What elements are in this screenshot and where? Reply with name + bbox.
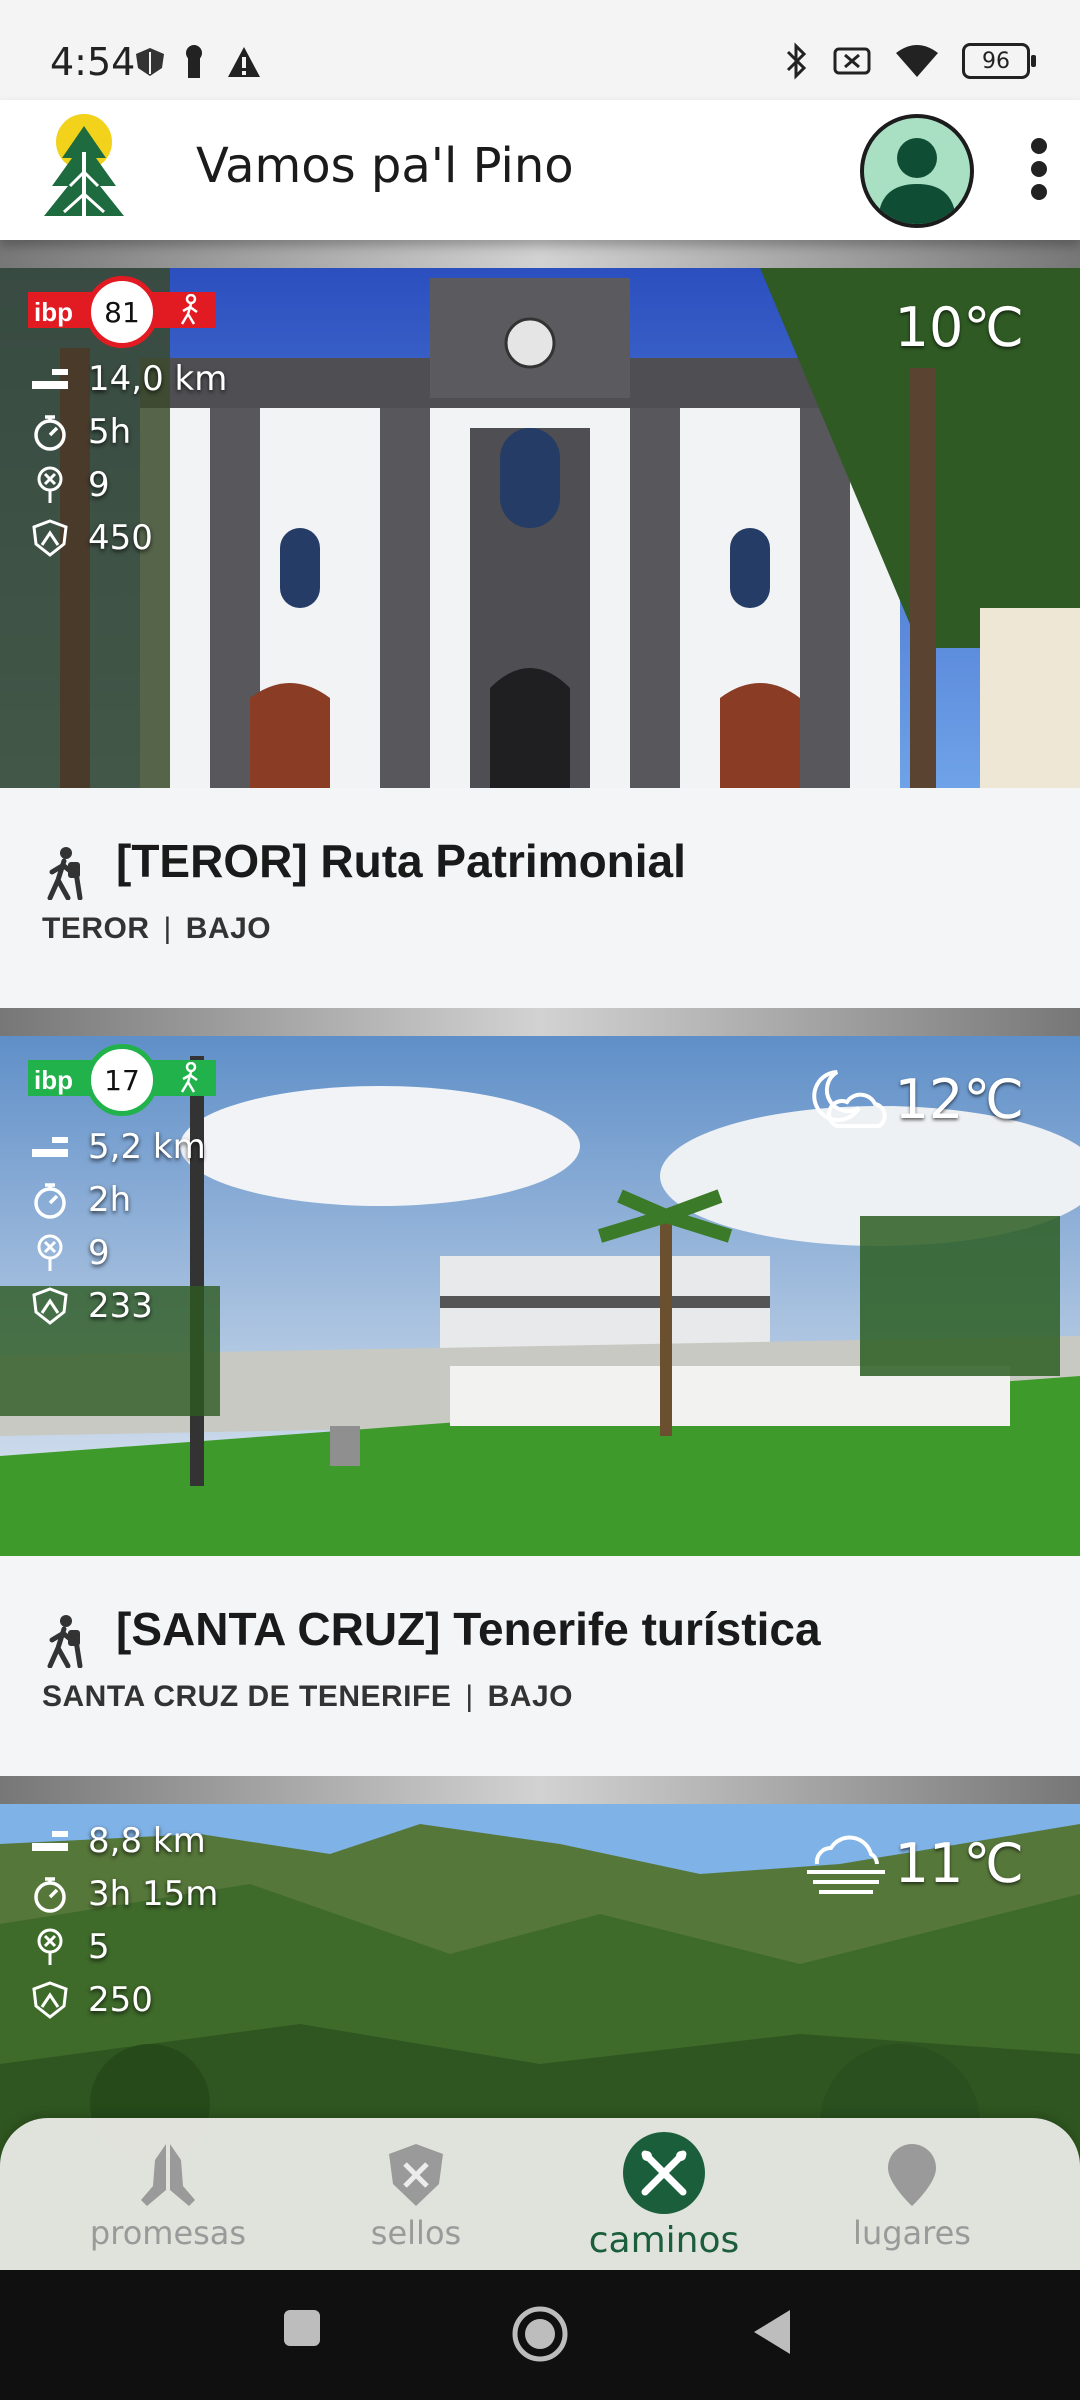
route-points: 9 bbox=[88, 1232, 110, 1273]
user-icon bbox=[878, 138, 956, 224]
home-button-icon[interactable] bbox=[510, 2304, 570, 2364]
ibp-badge: ibp 81 bbox=[28, 276, 216, 348]
elevation-shield-icon bbox=[32, 518, 68, 557]
hiker-icon bbox=[47, 1615, 83, 1668]
route-stats: 5,2 km 2h 9 233 bbox=[30, 1120, 206, 1332]
location-pin-icon bbox=[888, 2144, 936, 2206]
nav-promesas[interactable]: promesas bbox=[68, 2140, 268, 2252]
app-title: Vamos pa'l Pino bbox=[196, 138, 574, 194]
route-info[interactable]: [TEROR] Ruta Patrimonial TEROR | BAJO bbox=[0, 788, 1080, 1008]
weather-widget: 11℃ bbox=[803, 1828, 1024, 1898]
route-info[interactable]: [SANTA CRUZ] Tenerife turística SANTA CR… bbox=[0, 1556, 1080, 1776]
route-subtitle: TEROR | BAJO bbox=[42, 912, 272, 945]
battery-indicator: 96 bbox=[962, 43, 1036, 79]
elevation-shield-icon bbox=[32, 1286, 68, 1325]
weather-widget: 12℃ bbox=[803, 1064, 1024, 1134]
pin-icon bbox=[37, 466, 63, 503]
nav-label: promesas bbox=[89, 2214, 247, 2252]
distance-icon bbox=[32, 1830, 68, 1851]
ibp-label: ibp bbox=[34, 1065, 73, 1095]
route-elevation: 233 bbox=[88, 1285, 153, 1326]
route-stats: 14,0 km 5h 9 450 bbox=[30, 352, 227, 564]
route-stats: 8,8 km 3h 15m 5 250 bbox=[30, 1814, 218, 2026]
route-title: [SANTA CRUZ] Tenerife turística bbox=[116, 1603, 821, 1655]
route-duration: 2h bbox=[88, 1179, 132, 1220]
route-subtitle: SANTA CRUZ DE TENERIFE | BAJO bbox=[42, 1680, 573, 1713]
no-sim-icon bbox=[833, 47, 871, 75]
route-duration: 5h bbox=[88, 411, 132, 452]
card-divider bbox=[0, 240, 1080, 268]
praying-hands-icon bbox=[141, 2144, 195, 2206]
ibp-value: 81 bbox=[86, 276, 158, 348]
pin-icon bbox=[37, 1234, 63, 1271]
route-distance: 5,2 km bbox=[88, 1126, 206, 1167]
route-photo[interactable]: ibp 17 5,2 km 2h 9 233 12℃ bbox=[0, 1036, 1080, 1556]
hiker-icon bbox=[47, 847, 83, 900]
nav-caminos[interactable]: caminos bbox=[564, 2132, 764, 2261]
route-points: 9 bbox=[88, 464, 110, 505]
route-distance: 8,8 km bbox=[88, 1820, 206, 1861]
nav-label: sellos bbox=[370, 2214, 462, 2252]
distance-icon bbox=[32, 368, 68, 389]
ibp-value: 17 bbox=[86, 1044, 158, 1116]
keyhole-icon bbox=[186, 45, 202, 78]
active-indicator bbox=[623, 2132, 705, 2214]
distance-icon bbox=[32, 1136, 68, 1157]
status-right: 96 bbox=[784, 42, 1036, 80]
warning-icon bbox=[228, 47, 260, 77]
weather-temperature: 10℃ bbox=[894, 296, 1024, 359]
ibp-badge: ibp 17 bbox=[28, 1044, 216, 1116]
crossed-sticks-icon bbox=[641, 2150, 687, 2196]
walking-icon bbox=[180, 294, 198, 325]
card-divider bbox=[0, 1776, 1080, 1804]
bluetooth-icon bbox=[786, 42, 807, 80]
pin-icon bbox=[37, 1928, 63, 1965]
ibp-label: ibp bbox=[34, 297, 73, 327]
stopwatch-icon bbox=[34, 1876, 66, 1913]
bottom-navigation: promesas sellos caminos lugares bbox=[0, 2118, 1080, 2270]
nav-label: lugares bbox=[853, 2214, 971, 2252]
recents-button-icon[interactable] bbox=[282, 2308, 322, 2348]
nav-label: caminos bbox=[588, 2220, 740, 2261]
route-photo[interactable]: ibp 81 14,0 km 5h 9 450 10℃ bbox=[0, 268, 1080, 788]
route-elevation: 450 bbox=[88, 517, 153, 558]
route-title: [TEROR] Ruta Patrimonial bbox=[116, 835, 686, 887]
route-location: SANTA CRUZ DE TENERIFE bbox=[42, 1680, 452, 1713]
seal-shield-icon bbox=[389, 2144, 443, 2206]
stopwatch-icon bbox=[34, 414, 66, 451]
nav-sellos[interactable]: sellos bbox=[316, 2140, 516, 2252]
route-distance: 14,0 km bbox=[88, 358, 228, 399]
walking-icon bbox=[180, 1062, 198, 1093]
elevation-shield-icon bbox=[32, 1980, 68, 2019]
route-points: 5 bbox=[88, 1926, 110, 1967]
status-time: 4:54 bbox=[50, 40, 136, 84]
route-difficulty: BAJO bbox=[185, 912, 272, 945]
moon-cloud-icon bbox=[811, 1070, 887, 1128]
back-button-icon[interactable] bbox=[752, 2308, 794, 2356]
shield-leaf-icon bbox=[136, 48, 164, 76]
pine-tree-logo bbox=[44, 114, 124, 222]
overflow-menu-button[interactable] bbox=[1022, 138, 1056, 204]
app-bar: Vamos pa'l Pino bbox=[0, 100, 1080, 240]
route-difficulty: BAJO bbox=[487, 1680, 573, 1713]
status-bar: 4:54 96 bbox=[0, 0, 1080, 100]
user-avatar[interactable] bbox=[860, 114, 974, 228]
system-navigation-bar bbox=[0, 2270, 1080, 2400]
route-elevation: 250 bbox=[88, 1979, 153, 2020]
route-card[interactable]: ibp 81 14,0 km 5h 9 450 10℃ [TEROR] Ruta… bbox=[0, 240, 1080, 1008]
stopwatch-icon bbox=[34, 1182, 66, 1219]
weather-widget: 10℃ bbox=[895, 296, 1024, 359]
nav-lugares[interactable]: lugares bbox=[812, 2140, 1012, 2252]
route-location: TEROR bbox=[42, 912, 150, 945]
fog-icon bbox=[806, 1835, 885, 1894]
card-divider bbox=[0, 1008, 1080, 1036]
weather-temperature: 11℃ bbox=[894, 1831, 1024, 1895]
route-card[interactable]: ibp 17 5,2 km 2h 9 233 12℃ [SANTA CRUZ] … bbox=[0, 1008, 1080, 1776]
route-duration: 3h 15m bbox=[88, 1873, 219, 1914]
weather-temperature: 12℃ bbox=[894, 1067, 1024, 1131]
wifi-icon bbox=[896, 45, 938, 77]
